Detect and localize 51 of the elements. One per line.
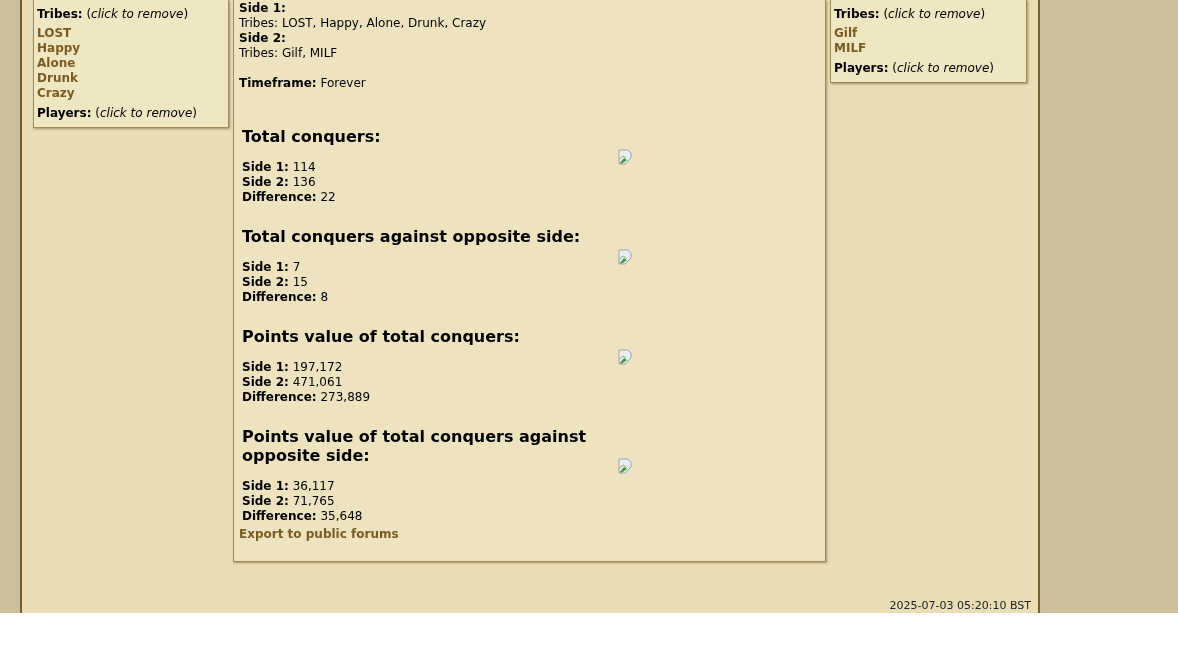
stat-label: Difference: — [242, 290, 317, 304]
side-label: Side 2: — [239, 31, 287, 46]
stat-label: Difference: — [242, 509, 317, 523]
stat-label: Side 1: — [242, 160, 289, 174]
tribe-link[interactable]: Drunk — [37, 71, 78, 86]
players-heading: Players: (click to remove) — [37, 105, 198, 121]
stat-label: Difference: — [242, 190, 317, 204]
side-tribes: Tribes: LOST, Happy, Alone, Drunk, Crazy — [239, 16, 488, 31]
stat-value: 36,117 — [292, 479, 335, 493]
stat-label: Side 2: — [242, 494, 289, 508]
tribe-link[interactable]: Alone — [37, 56, 76, 71]
stat-value: 7 — [292, 260, 301, 274]
stat-title: Points value of total conquers: — [242, 326, 521, 346]
broken-image-icon — [618, 248, 634, 265]
stat-label: Side 1: — [242, 360, 289, 374]
stat-value: 273,889 — [320, 390, 371, 404]
side-label: Side 1: — [239, 1, 287, 16]
stat-value: 22 — [320, 190, 336, 204]
stat-title: Total conquers: — [242, 126, 382, 146]
tribe-link[interactable]: Happy — [37, 41, 81, 56]
timestamp: 2025-07-03 05:20:10 BST — [889, 599, 1031, 612]
stat-value: 71,765 — [292, 494, 335, 508]
broken-image-icon — [618, 458, 634, 474]
export-link[interactable]: Export to public forums — [239, 527, 399, 542]
timeframe-value: Forever — [320, 76, 366, 90]
broken-image-icon — [618, 148, 634, 165]
tribes-heading: Tribes: (click to remove) — [834, 6, 987, 22]
stat-label: Side 1: — [242, 260, 289, 274]
stat-value: 114 — [292, 160, 316, 174]
timeframe-label: Timeframe: — [239, 76, 317, 90]
stat-value: 471,061 — [292, 375, 343, 389]
stat-label: Side 1: — [242, 479, 289, 493]
broken-image-icon — [618, 348, 634, 365]
stat-label: Difference: — [242, 390, 317, 404]
stat-title: Points value of total conquers against opposite side: — [242, 426, 588, 465]
tribe-link[interactable]: MILF — [834, 41, 867, 56]
tribe-link[interactable]: Gilf — [834, 26, 858, 41]
stat-label: Side 2: — [242, 375, 289, 389]
tribe-link[interactable]: LOST — [37, 26, 72, 41]
stat-label: Side 2: — [242, 275, 289, 289]
stat-value: 35,648 — [320, 509, 363, 523]
stat-value: 197,172 — [292, 360, 343, 374]
stat-value: 8 — [320, 290, 329, 304]
players-heading: Players: (click to remove) — [834, 60, 995, 76]
stat-value: 15 — [292, 275, 308, 289]
stat-value: 136 — [292, 175, 316, 189]
side-tribes: Tribes: Gilf, MILF — [239, 46, 339, 61]
stat-title: Total conquers against opposite side: — [242, 226, 582, 246]
stat-label: Side 2: — [242, 175, 289, 189]
tribe-link[interactable]: Crazy — [37, 86, 75, 101]
tribes-heading: Tribes: (click to remove) — [37, 6, 190, 22]
